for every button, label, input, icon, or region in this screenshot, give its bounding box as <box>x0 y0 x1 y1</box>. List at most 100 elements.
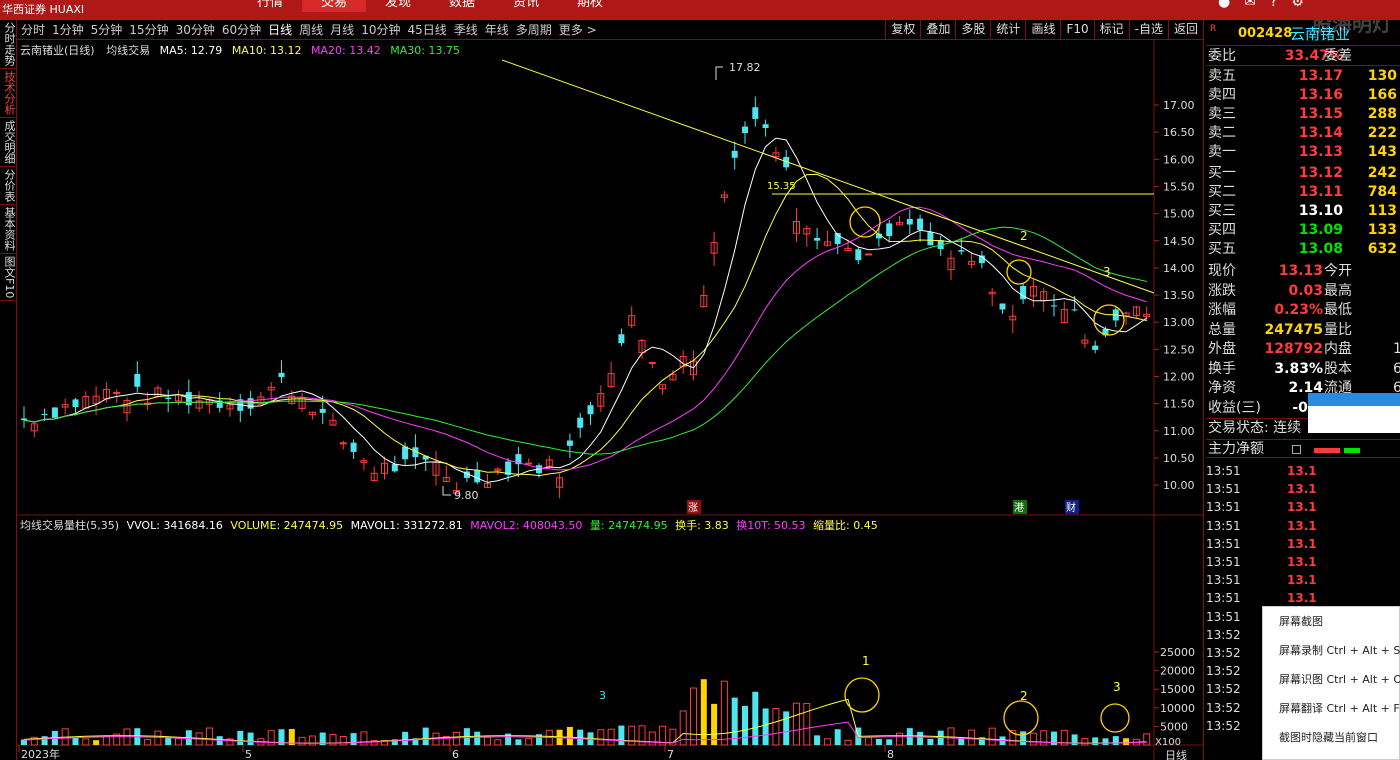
sells-row[interactable]: 卖四 13.16 166 <box>1206 86 1400 105</box>
price-tick-label: 13.00 <box>1163 316 1195 329</box>
left-tab-4[interactable]: 基本资料 <box>0 205 16 254</box>
stock-code: 002428 <box>1238 26 1293 41</box>
period-tab-7[interactable]: 周线 <box>299 20 323 40</box>
ma30-line <box>23 226 1147 455</box>
period-tab-4[interactable]: 30分钟 <box>176 20 215 40</box>
context-menu-item-4[interactable]: 截图时隐藏当前窗口 <box>1263 723 1399 752</box>
sells-row[interactable]: 卖五 13.17 130 <box>1206 67 1400 86</box>
period-tab-6[interactable]: 日线 <box>268 20 292 40</box>
left-tab-5[interactable]: 图文F10 <box>0 254 16 302</box>
volume-bar <box>515 739 522 745</box>
toolbar-btn-4[interactable]: 画线 <box>1025 20 1060 39</box>
nav-item-5[interactable]: 期权 <box>558 0 622 12</box>
left-tab-2[interactable]: 成交明细 <box>0 118 16 167</box>
nav-item-4[interactable]: 资讯 <box>494 0 558 12</box>
volume-bar <box>814 735 821 745</box>
sells-row[interactable]: 卖二 13.14 222 <box>1206 124 1400 143</box>
trend-line <box>501 59 1155 294</box>
vol-tick-label: 20000 <box>1160 665 1195 678</box>
volume-bar <box>618 725 625 745</box>
zhuli-row[interactable]: 主力净额 <box>1206 439 1400 458</box>
price-tick-label: 11.50 <box>1163 398 1195 411</box>
toolbar-btn-1[interactable]: 叠加 <box>920 20 955 39</box>
volume-bar <box>422 727 429 745</box>
candle-body <box>999 303 1006 310</box>
tick-row: 13:51 13.1 <box>1206 500 1317 515</box>
period-tab-5[interactable]: 60分钟 <box>222 20 261 40</box>
context-menu-item-2[interactable]: 屏幕识图 Ctrl + Alt + O <box>1263 665 1400 694</box>
gang-badge: 港 <box>1014 502 1024 514</box>
r-badge: R <box>1210 24 1217 34</box>
message-icon[interactable]: ✉ <box>1244 0 1256 10</box>
period-tab-2[interactable]: 5分钟 <box>91 20 123 40</box>
high-label: 17.82 <box>729 61 761 74</box>
toolbar-btn-7[interactable]: -自选 <box>1128 20 1168 39</box>
buys-row[interactable]: 买五 13.08 632 <box>1206 240 1400 259</box>
period-tab-10[interactable]: 45日线 <box>407 20 446 40</box>
chart-toolbar: 分时 1分钟 5分钟 15分钟 30分钟 60分钟 日线 周线 月线 10分钟 45日线 季线 年线 多周… <box>17 20 1203 40</box>
period-tab-8[interactable]: 月线 <box>330 20 354 40</box>
candle-body <box>566 440 573 446</box>
candle-body <box>648 362 656 365</box>
candle-body <box>865 253 873 256</box>
left-tab-1[interactable]: 技术分析 <box>0 69 16 118</box>
nav-item-1[interactable]: 交易 <box>302 0 366 12</box>
volume-bar <box>711 703 718 745</box>
period-tab-9[interactable]: 10分钟 <box>361 20 400 40</box>
volume-bar <box>1102 738 1109 745</box>
nav-item-2[interactable]: 发现 <box>366 0 430 12</box>
buys-row[interactable]: 买三 13.10 113 <box>1206 202 1400 221</box>
buys-row[interactable]: 买四 13.09 133 <box>1206 221 1400 240</box>
indicator-name[interactable]: 均线交易 <box>106 44 150 57</box>
period-tab-13[interactable]: 多周期 <box>516 20 552 40</box>
toolbar-btn-6[interactable]: 标记 <box>1093 20 1129 39</box>
period-tab-0[interactable]: 分时 <box>21 20 45 40</box>
candle-body <box>906 218 913 225</box>
toolbar-btn-2[interactable]: 多股 <box>955 20 990 39</box>
period-tab-1[interactable]: 1分钟 <box>52 20 84 40</box>
toolbar-btn-8[interactable]: 返回 <box>1167 20 1203 39</box>
candle-body <box>319 408 326 413</box>
vol-tick-label: 5000 <box>1160 720 1188 733</box>
candle-body <box>339 442 347 445</box>
period-tab-14[interactable]: 更多 > <box>559 20 597 40</box>
sells-row[interactable]: 卖三 13.15 288 <box>1206 105 1400 124</box>
ma20-value: MA20: 13.42 <box>311 44 381 57</box>
candle-body <box>587 405 594 415</box>
volume-bar <box>41 736 48 745</box>
gear-icon[interactable]: ⚙ <box>1291 0 1304 10</box>
toolbar-btn-5[interactable]: F10 <box>1060 20 1093 39</box>
context-menu-item-1[interactable]: 屏幕录制 Ctrl + Alt + S <box>1263 636 1400 665</box>
context-menu-item-3[interactable]: 屏幕翻译 Ctrl + Alt + F <box>1263 694 1400 723</box>
nav-item-3[interactable]: 数据 <box>430 0 494 12</box>
nav-item-0[interactable]: 行情 <box>238 0 302 12</box>
candle-body <box>927 232 934 246</box>
sells-row[interactable]: 卖一 13.13 143 <box>1206 143 1400 162</box>
volume-bar <box>82 738 90 746</box>
vol-tick-label: 25000 <box>1160 646 1195 659</box>
buys-row[interactable]: 买二 13.11 784 <box>1206 183 1400 202</box>
kline-chart[interactable]: 17.00 16.50 16.00 15.50 15.00 14.50 14.00 13.50… <box>17 40 1203 760</box>
candle-body <box>402 446 409 460</box>
user-icon[interactable]: ● <box>1218 0 1230 10</box>
candle-body <box>762 124 769 129</box>
toolbar-btn-3[interactable]: 统计 <box>990 20 1025 39</box>
context-menu-item-0[interactable]: 屏幕截图 <box>1263 607 1399 636</box>
period-tab-12[interactable]: 年线 <box>485 20 509 40</box>
buys-row[interactable]: 买一 13.12 242 <box>1206 164 1400 183</box>
help-icon[interactable]: ? <box>1270 0 1277 10</box>
ma5-value: MA5: 12.79 <box>159 44 223 57</box>
volume-bar <box>175 737 182 746</box>
list-icon[interactable] <box>1292 445 1301 454</box>
vol-indicator-name[interactable]: 均线交易量柱(5,35) <box>20 519 119 532</box>
toolbar-btn-0[interactable]: 复权 <box>885 20 920 39</box>
period-tab-3[interactable]: 15分钟 <box>129 20 168 40</box>
left-tab-3[interactable]: 分价表 <box>0 167 16 205</box>
candle-body <box>21 418 27 421</box>
popup-titlebar[interactable] <box>1308 393 1400 406</box>
period-tab-11[interactable]: 季线 <box>454 20 478 40</box>
left-tab-0[interactable]: 分时走势 <box>0 20 16 69</box>
vol-wave-label-3: 3 <box>1113 680 1121 694</box>
candle-body <box>134 374 141 387</box>
price-tick-label: 14.00 <box>1163 262 1195 275</box>
